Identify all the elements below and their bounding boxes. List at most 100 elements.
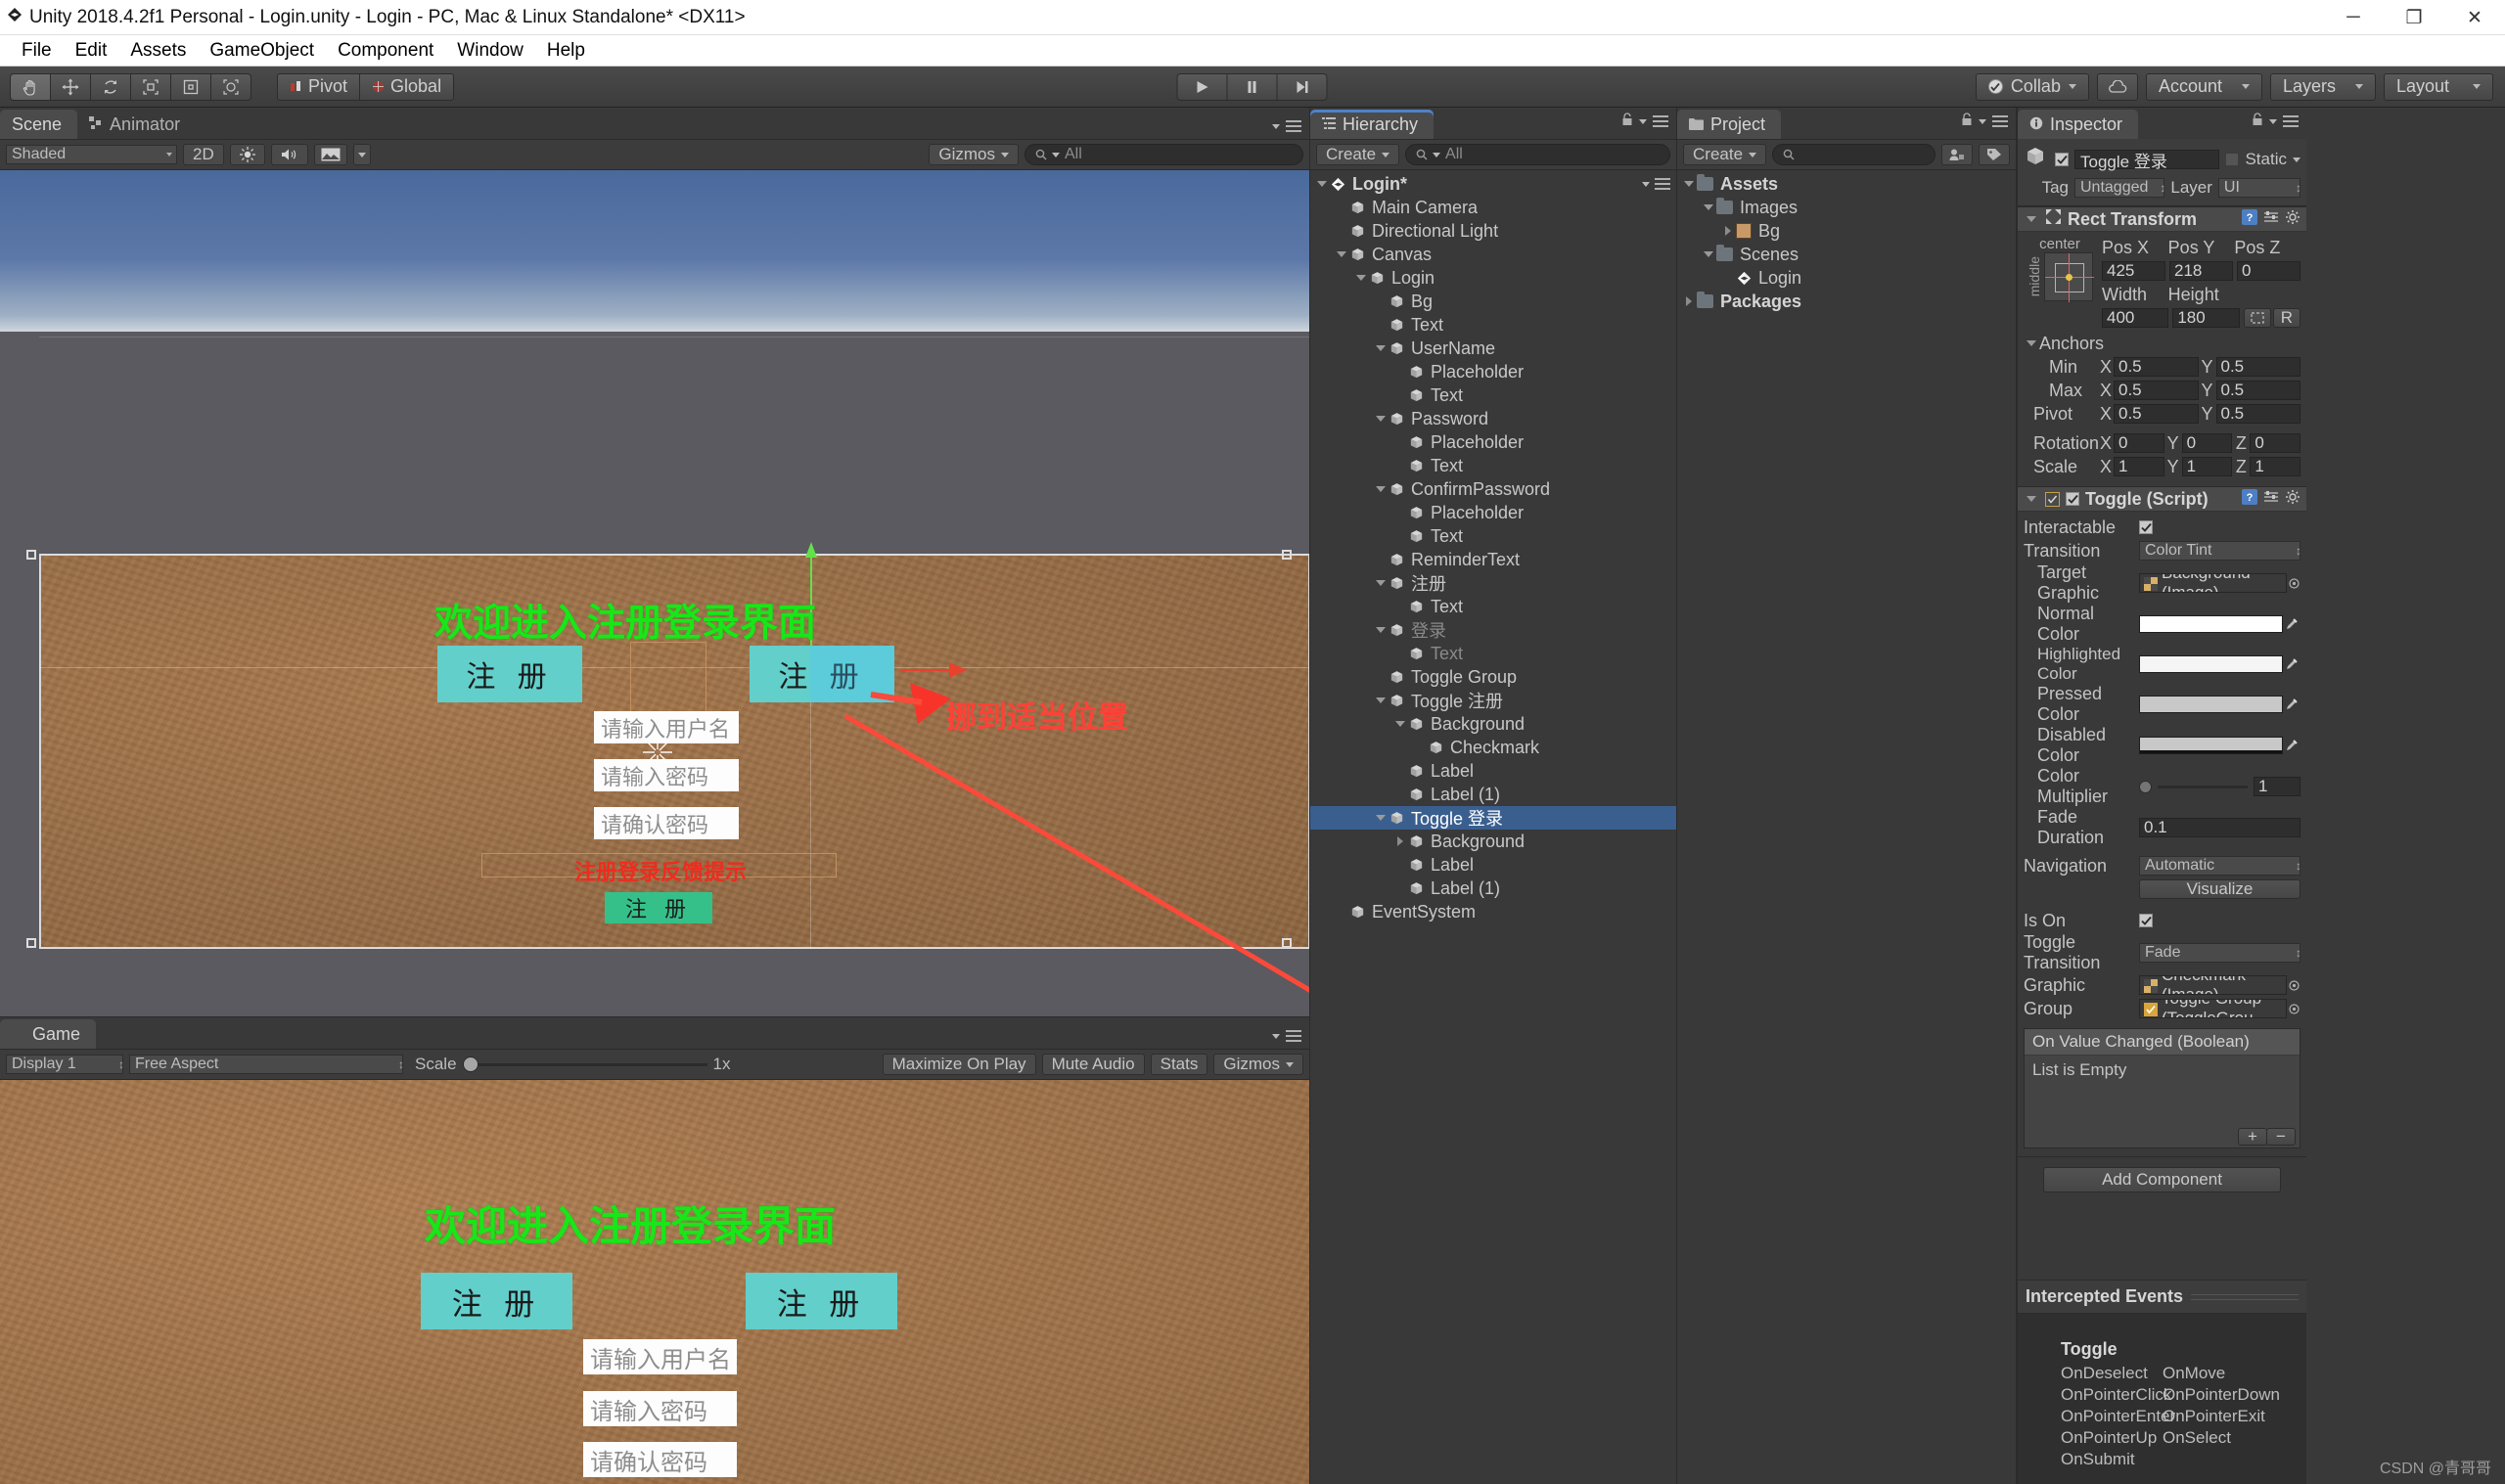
project-filter-type-button[interactable] [1941,144,1973,165]
hierarchy-row[interactable]: Placeholder [1310,501,1676,524]
preset-icon[interactable] [2263,209,2279,230]
menu-icon[interactable] [1655,178,1670,190]
tab-inspector[interactable]: Inspector [2018,110,2139,139]
hierarchy-row[interactable]: Text [1310,524,1676,548]
project-row[interactable]: Images [1677,196,2016,219]
maximize-on-play-button[interactable]: Maximize On Play [882,1054,1036,1075]
rot-y-field[interactable]: 0 [2181,433,2233,453]
project-create-button[interactable]: Create [1683,144,1767,165]
global-button[interactable]: Global [359,72,455,101]
close-button[interactable]: ✕ [2444,0,2505,35]
menu-icon[interactable] [2283,115,2299,127]
scene-submit-button[interactable]: 注 册 [605,892,712,923]
width-field[interactable]: 400 [2102,308,2169,328]
aspect-dropdown[interactable]: Free Aspect [129,1055,403,1074]
hierarchy-row[interactable]: ReminderText [1310,548,1676,571]
menu-item-help[interactable]: Help [535,37,597,65]
eyedropper-icon[interactable] [2283,695,2300,715]
hierarchy-row[interactable]: 注册 [1310,571,1676,595]
anchor-max-x-field[interactable]: 0.5 [2114,381,2199,400]
scale-tool-button[interactable] [130,72,171,101]
layout-button[interactable]: Layout [2384,72,2493,101]
tab-scene[interactable]: Scene [0,110,78,139]
game-confirm-field[interactable]: 请确认密码 [583,1442,737,1477]
lock-icon[interactable] [1961,111,1973,132]
add-listener-button[interactable]: + [2238,1127,2267,1146]
menu-item-edit[interactable]: Edit [64,37,119,65]
project-row[interactable]: Scenes [1677,243,2016,266]
is-on-checkbox[interactable] [2139,914,2153,927]
disabled-color-swatch[interactable] [2139,737,2283,754]
step-button[interactable] [1276,72,1328,101]
tree-arrow[interactable] [1373,345,1389,351]
tree-arrow[interactable] [1681,296,1697,306]
hierarchy-row[interactable]: Checkmark [1310,736,1676,759]
hierarchy-row[interactable]: Label (1) [1310,783,1676,806]
gizmos-dropdown-button[interactable]: Gizmos [929,144,1019,165]
tree-arrow[interactable] [1373,416,1389,422]
project-row[interactable]: Packages [1677,290,2016,313]
resize-handle-bl[interactable] [26,938,36,948]
hand-tool-button[interactable] [10,72,51,101]
help-icon[interactable]: ? [2242,208,2257,230]
hierarchy-row[interactable]: EventSystem [1310,900,1676,923]
menu-icon[interactable] [1992,115,2008,127]
pivot-x-field[interactable]: 0.5 [2114,404,2199,424]
pivot-y-field[interactable]: 0.5 [2215,404,2300,424]
scale-slider[interactable] [462,1057,707,1072]
visualize-button[interactable]: Visualize [2139,879,2300,899]
hierarchy-row[interactable]: Text [1310,383,1676,407]
highlighted-color-swatch[interactable] [2139,655,2283,673]
project-tab-extras[interactable] [1961,111,2008,132]
tree-arrow[interactable] [1334,251,1349,257]
anchor-max-y-field[interactable]: 0.5 [2215,381,2300,400]
chevron-down-icon[interactable] [2293,157,2300,162]
anchors-foldout[interactable]: Anchors [2024,332,2300,355]
height-field[interactable]: 180 [2172,308,2240,328]
game-button-left[interactable]: 注 册 [421,1273,572,1329]
project-filter-label-button[interactable] [1979,144,2010,165]
play-button[interactable] [1176,72,1228,101]
normal-color-swatch[interactable] [2139,615,2283,633]
gear-icon[interactable] [2285,489,2300,510]
hierarchy-row[interactable]: Background [1310,830,1676,853]
rect-tool-button[interactable] [170,72,211,101]
tab-animator[interactable]: Animator [77,110,196,139]
hierarchy-row[interactable]: Bg [1310,290,1676,313]
color-multiplier-slider-handle[interactable] [2139,780,2152,793]
group-picker-icon[interactable] [2287,999,2300,1019]
project-search-input[interactable] [1772,144,1936,165]
scene-confirm-field[interactable]: 请确认密码 [594,807,739,839]
rot-z-field[interactable]: 0 [2250,433,2301,453]
tab-hierarchy[interactable]: Hierarchy [1310,110,1435,139]
pause-button[interactable] [1226,72,1278,101]
inspector-tab-extras[interactable] [2252,111,2299,132]
pos-z-field[interactable]: 0 [2237,261,2300,281]
lock-icon[interactable] [2252,111,2263,132]
toggle-script-header[interactable]: Toggle (Script) ? [2018,486,2306,512]
lock-icon[interactable] [1621,111,1633,132]
hierarchy-tree[interactable]: Login* Main Camera Directional Light Canva… [1310,170,1676,1484]
pos-x-field[interactable]: 425 [2102,261,2165,281]
tree-arrow[interactable] [1720,226,1736,236]
menu-item-file[interactable]: File [10,37,64,65]
add-component-button[interactable]: Add Component [2043,1167,2281,1192]
project-row[interactable]: Bg [1677,219,2016,243]
hierarchy-row[interactable]: Password [1310,407,1676,430]
collab-button[interactable]: Collab [1975,72,2089,101]
tab-project[interactable]: Project [1677,110,1782,139]
transform-tool-button[interactable] [210,72,251,101]
interactable-checkbox[interactable] [2139,520,2153,534]
hierarchy-row[interactable]: Text [1310,642,1676,665]
object-enabled-checkbox[interactable] [2055,153,2069,166]
maximize-button[interactable]: ❐ [2384,0,2444,35]
rotate-tool-button[interactable] [90,72,131,101]
pos-y-field[interactable]: 218 [2169,261,2233,281]
menu-item-gameobject[interactable]: GameObject [198,37,326,65]
hierarchy-row[interactable]: Directional Light [1310,219,1676,243]
blueprint-mode-button[interactable] [2243,308,2271,328]
toggle-2d-button[interactable]: 2D [183,144,224,165]
color-multiplier-field[interactable]: 1 [2254,777,2300,796]
tree-arrow[interactable] [1701,251,1716,257]
game-viewport[interactable]: 欢迎进入注册登录界面 注 册 注 册 请输入用户名 请输入密码 请确认密码 注册… [0,1080,1309,1484]
